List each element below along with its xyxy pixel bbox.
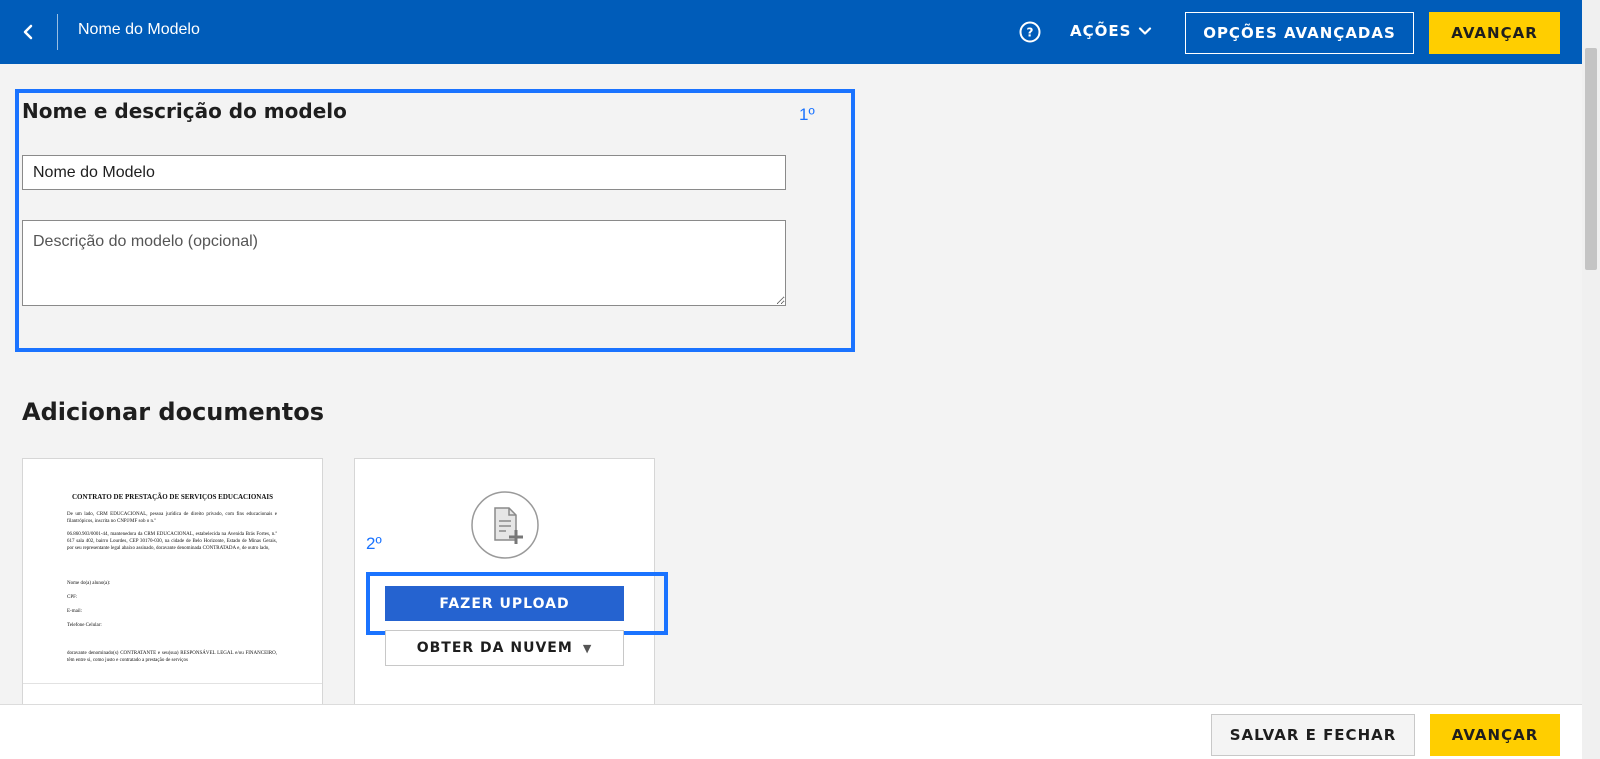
save-and-close-button[interactable]: SALVAR E FECHAR [1211,714,1415,756]
document-paragraph-2: 06.860.903/0001-44, mantenedora da CRM E… [67,532,277,551]
document-card-divider [23,683,322,684]
document-field-phone: Telefone Celular: [67,623,102,628]
chevron-down-icon[interactable] [1138,24,1152,38]
help-circle-icon[interactable]: ? [1018,20,1042,44]
advance-button-top[interactable]: AVANÇAR [1429,12,1560,54]
step-marker-1: 1º [799,105,815,124]
triangle-down-icon: ▼ [582,641,593,655]
document-heading: CONTRATO DE PRESTAÇÃO DE SERVIÇOS EDUCAC… [71,493,274,501]
chevron-left-icon[interactable] [14,18,42,46]
header-divider [57,14,58,50]
document-field-cpf: CPF: [67,595,78,600]
actions-menu[interactable]: AÇÕES [1070,22,1131,40]
documents-section-title: Adicionar documentos [22,398,324,426]
document-paragraph-3: doravante denominado(s) CONTRATANTE e se… [67,651,277,663]
model-name-input[interactable] [22,155,786,190]
advance-button-bottom[interactable]: AVANÇAR [1430,714,1560,756]
document-preview: CONTRATO DE PRESTAÇÃO DE SERVIÇOS EDUCAC… [23,459,322,682]
document-field-name: Nome do(a) aluno(a): [67,581,111,586]
advanced-options-button[interactable]: OPÇÕES AVANÇADAS [1185,12,1414,54]
document-field-email: E-mail: [67,609,82,614]
name-section-title: Nome e descrição do modelo [22,99,347,123]
step-marker-2: 2º [366,534,382,553]
document-card[interactable]: CONTRATO DE PRESTAÇÃO DE SERVIÇOS EDUCAC… [22,458,323,708]
page-title: Nome do Modelo [78,21,200,38]
svg-text:?: ? [1027,26,1034,40]
top-header: Nome do Modelo ? AÇÕES OPÇÕES AVANÇADAS … [0,0,1582,64]
upload-button[interactable]: FAZER UPLOAD [385,586,624,621]
scrollbar-thumb[interactable] [1585,48,1597,270]
cloud-import-label: OBTER DA NUVEM [416,640,573,656]
vertical-scrollbar[interactable] [1582,0,1600,759]
add-document-icon [471,491,539,559]
model-description-textarea[interactable] [22,220,786,306]
document-paragraph-1: De um lado, CRM EDUCACIONAL, pessoa jurí… [67,512,277,524]
cloud-import-button[interactable]: OBTER DA NUVEM ▼ [385,630,624,666]
